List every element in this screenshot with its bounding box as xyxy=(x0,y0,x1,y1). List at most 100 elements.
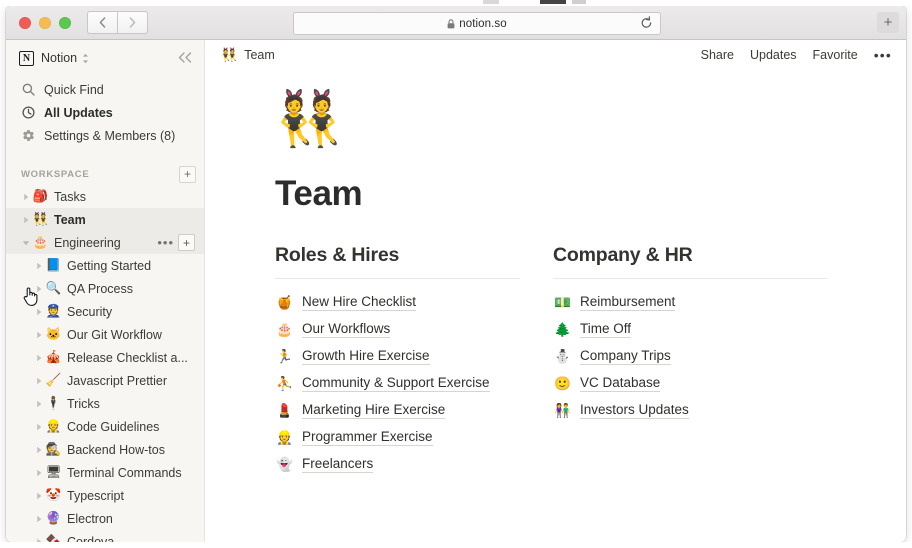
sidebar-page-label: Engineering xyxy=(54,235,121,250)
sidebar-page-typescript[interactable]: 🤡 Typescript xyxy=(6,484,204,507)
share-button[interactable]: Share xyxy=(701,48,734,62)
clock-icon xyxy=(21,106,36,119)
page-body: 👯 Team Roles & Hires 🍯 New Hire Checklist 🎂… xyxy=(205,70,906,478)
page-title[interactable]: Team xyxy=(275,176,906,211)
page-link[interactable]: 👻 Freelancers xyxy=(275,451,520,478)
page-link[interactable]: 👫 Investors Updates xyxy=(553,397,828,424)
sidebar-page-javascript-prettier[interactable]: 🧹 Javascript Prettier xyxy=(6,369,204,392)
add-page-button[interactable]: + xyxy=(179,165,196,183)
page-link-emoji-icon: 🌲 xyxy=(554,321,571,337)
page-link-label: Programmer Exercise xyxy=(302,429,433,446)
sidebar-page-label: Team xyxy=(54,212,86,227)
sidebar-page-getting-started[interactable]: 📘 Getting Started xyxy=(6,254,204,277)
back-button[interactable] xyxy=(87,11,117,34)
sidebar-page-code-guidelines[interactable]: 👷 Code Guidelines xyxy=(6,415,204,438)
new-tab-label: + xyxy=(883,14,893,31)
page-more-icon[interactable]: ••• xyxy=(157,236,174,249)
page-link-label: Company Trips xyxy=(580,348,671,365)
lock-icon xyxy=(447,18,455,28)
page-link[interactable]: 💵 Reimbursement xyxy=(553,289,828,316)
breadcrumb[interactable]: 👯 Team xyxy=(221,47,275,63)
page-link-label: Time Off xyxy=(580,321,632,338)
triangle-right-icon[interactable] xyxy=(32,354,45,362)
triangle-right-icon[interactable] xyxy=(32,331,45,339)
more-options-icon[interactable]: ••• xyxy=(874,48,892,62)
sidebar-page-label: Backend How-tos xyxy=(67,442,165,457)
url-text: notion.so xyxy=(459,17,507,30)
sidebar-item-all-updates[interactable]: All Updates xyxy=(6,101,204,124)
close-window-button[interactable] xyxy=(19,16,31,29)
page-link-label: Growth Hire Exercise xyxy=(302,348,430,365)
add-subpage-button[interactable]: + xyxy=(178,234,195,251)
triangle-down-icon[interactable] xyxy=(19,239,32,247)
triangle-right-icon[interactable] xyxy=(32,446,45,454)
zoom-window-button[interactable] xyxy=(59,16,71,29)
topbar-actions: Share Updates Favorite ••• xyxy=(701,48,892,62)
sidebar-page-tasks[interactable]: 🎒 Tasks xyxy=(6,185,204,208)
triangle-right-icon[interactable] xyxy=(19,193,32,201)
triangle-right-icon[interactable] xyxy=(32,308,45,316)
page-link[interactable]: 💄 Marketing Hire Exercise xyxy=(275,397,520,424)
page-icon[interactable]: 👯 xyxy=(275,92,906,154)
new-tab-button[interactable]: + xyxy=(877,12,899,33)
page-link[interactable]: 🍯 New Hire Checklist xyxy=(275,289,520,316)
sidebar-page-backend-how-tos[interactable]: 🕵 Backend How-tos xyxy=(6,438,204,461)
sidebar-page-label: Release Checklist a... xyxy=(67,350,188,365)
sidebar-item-settings-members[interactable]: Settings & Members (8) xyxy=(6,124,204,147)
workspace-name: Notion xyxy=(41,51,78,65)
sidebar-page-label: Typescript xyxy=(67,488,124,503)
page-emoji-icon: 🔍 xyxy=(45,281,62,295)
chevron-updown-icon xyxy=(82,53,89,64)
content-column: Roles & Hires 🍯 New Hire Checklist 🎂 Our Wor… xyxy=(275,244,520,478)
page-link[interactable]: 🙂 VC Database xyxy=(553,370,828,397)
page-emoji-icon: 🕴 xyxy=(45,396,62,410)
collapse-sidebar-button[interactable] xyxy=(177,51,194,66)
minimize-window-button[interactable] xyxy=(39,16,51,29)
sidebar-page-label: Getting Started xyxy=(67,258,152,273)
triangle-right-icon[interactable] xyxy=(32,400,45,408)
sidebar-page-cordova[interactable]: 🍫 Cordova xyxy=(6,530,204,542)
triangle-right-icon[interactable] xyxy=(19,216,32,224)
triangle-right-icon[interactable] xyxy=(32,515,45,523)
triangle-right-icon[interactable] xyxy=(32,469,45,477)
sidebar-page-label: Code Guidelines xyxy=(67,419,160,434)
page-emoji-icon: 🎂 xyxy=(32,235,49,249)
page-link-label: Freelancers xyxy=(302,456,374,473)
sidebar-page-tricks[interactable]: 🕴 Tricks xyxy=(6,392,204,415)
favorite-button[interactable]: Favorite xyxy=(813,48,858,62)
workspace-switcher[interactable]: N Notion xyxy=(6,42,204,74)
page-link-emoji-icon: ⛄ xyxy=(554,348,571,364)
page-link-emoji-icon: ⛹ xyxy=(276,375,293,391)
breadcrumb-label: Team xyxy=(244,48,275,62)
page-link-emoji-icon: 👷 xyxy=(276,429,293,445)
page-link[interactable]: ⛹ Community & Support Exercise xyxy=(275,370,520,397)
triangle-right-icon[interactable] xyxy=(32,285,45,293)
workspace-section-label: WORKSPACE xyxy=(21,168,90,180)
plus-icon: + xyxy=(183,167,191,181)
sidebar-page-electron[interactable]: 🔮 Electron xyxy=(6,507,204,530)
triangle-right-icon[interactable] xyxy=(32,423,45,431)
page-link[interactable]: ⛄ Company Trips xyxy=(553,343,828,370)
forward-button[interactable] xyxy=(117,11,148,34)
page-columns: Roles & Hires 🍯 New Hire Checklist 🎂 Our Wor… xyxy=(275,244,906,478)
updates-button[interactable]: Updates xyxy=(750,48,797,62)
page-link[interactable]: 🌲 Time Off xyxy=(553,316,828,343)
reload-icon[interactable] xyxy=(640,16,653,30)
browser-window: notion.so + N Notion Quick Find All Upda… xyxy=(6,6,906,542)
sidebar-page-qa-process[interactable]: 🔍 QA Process xyxy=(6,277,204,300)
sidebar-page-our-git-workflow[interactable]: 🐱 Our Git Workflow xyxy=(6,323,204,346)
page-link[interactable]: 🏃 Growth Hire Exercise xyxy=(275,343,520,370)
sidebar-page-engineering[interactable]: 🎂 Engineering ••• + xyxy=(6,231,204,254)
triangle-right-icon[interactable] xyxy=(32,262,45,270)
address-bar[interactable]: notion.so xyxy=(293,12,661,35)
page-link[interactable]: 👷 Programmer Exercise xyxy=(275,424,520,451)
sidebar-page-security[interactable]: 👮 Security xyxy=(6,300,204,323)
sidebar-page-terminal-commands[interactable]: 🖥 Terminal Commands xyxy=(6,461,204,484)
triangle-right-icon[interactable] xyxy=(32,492,45,500)
sidebar-page-team[interactable]: 👯 Team xyxy=(6,208,204,231)
sidebar-item-quick-find[interactable]: Quick Find xyxy=(6,78,204,101)
page-link[interactable]: 🎂 Our Workflows xyxy=(275,316,520,343)
sidebar-page-release-checklist-a[interactable]: 🎪 Release Checklist a... xyxy=(6,346,204,369)
page-emoji-icon: 🐱 xyxy=(45,327,62,341)
triangle-right-icon[interactable] xyxy=(32,377,45,385)
